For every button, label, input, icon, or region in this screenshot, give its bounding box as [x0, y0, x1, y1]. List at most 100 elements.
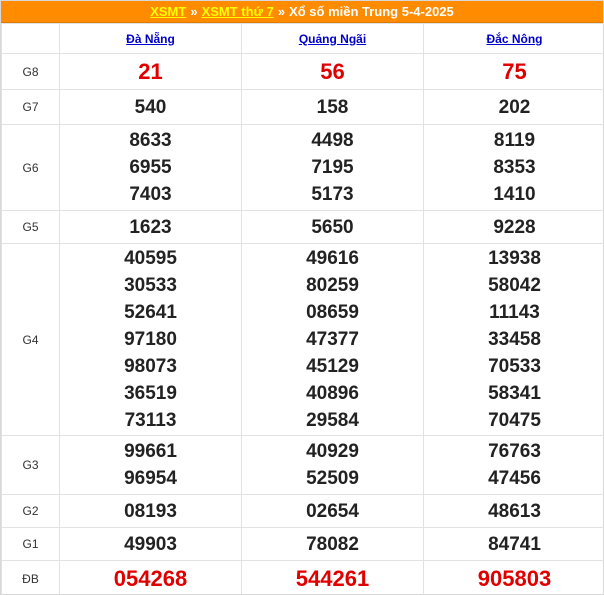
- result-number: 96954: [124, 468, 177, 489]
- prize-label: G8: [1, 53, 60, 90]
- result-number: 8353: [493, 157, 536, 178]
- result-cell: 78082: [241, 527, 424, 561]
- result-number: 52509: [306, 468, 359, 489]
- result-cell: 08193: [59, 494, 242, 528]
- breadcrumb-link-xsmt[interactable]: XSMT: [150, 4, 186, 19]
- result-number: 84741: [488, 533, 541, 555]
- prize-row-db: ĐB 054268 544261 905803: [1, 560, 604, 595]
- result-number: 7403: [129, 184, 172, 205]
- result-number: 70475: [488, 410, 541, 431]
- prize-label: ĐB: [1, 560, 60, 595]
- result-cell: 21: [59, 53, 242, 90]
- breadcrumb-separator: »: [190, 4, 198, 19]
- prize-label: G7: [1, 89, 60, 125]
- result-number: 45129: [306, 356, 359, 377]
- result-cell: 158: [241, 89, 424, 125]
- result-number: 49616: [306, 248, 359, 269]
- result-number: 75: [502, 59, 527, 84]
- result-number: 52641: [124, 302, 177, 323]
- prize-label: G6: [1, 124, 60, 211]
- prize-row-g4: G4 40595 30533 52641 97180 98073 36519 73113 496…: [1, 243, 604, 436]
- result-cell: 56: [241, 53, 424, 90]
- result-number: 02654: [306, 500, 359, 522]
- result-cell: 49903: [59, 527, 242, 561]
- result-number: 544261: [295, 566, 370, 591]
- result-number: 58341: [488, 383, 541, 404]
- result-number: 98073: [124, 356, 177, 377]
- prize-row-g2: G2 08193 02654 48613: [1, 494, 604, 528]
- result-number: 80259: [306, 275, 359, 296]
- result-cell: 1623: [59, 210, 242, 244]
- result-number: 905803: [477, 566, 552, 591]
- result-number: 49903: [124, 533, 177, 555]
- result-number: 47456: [488, 468, 541, 489]
- result-cell: 544261: [241, 560, 424, 595]
- page-title: Xổ số miền Trung 5-4-2025: [289, 4, 454, 19]
- result-number: 56: [320, 59, 345, 84]
- prize-row-g7: G7 540 158 202: [1, 89, 604, 125]
- prize-label: G1: [1, 527, 60, 561]
- result-number: 08659: [306, 302, 359, 323]
- result-cell: 905803: [423, 560, 604, 595]
- result-cell: 202: [423, 89, 604, 125]
- result-number: 5173: [311, 184, 354, 205]
- result-number: 7195: [311, 157, 354, 178]
- breadcrumb: XSMT » XSMT thứ 7 » Xổ số miền Trung 5-4…: [1, 1, 603, 23]
- result-number: 054268: [113, 566, 188, 591]
- result-number: 158: [316, 96, 349, 118]
- result-number: 40896: [306, 383, 359, 404]
- result-cell: 40929 52509: [241, 435, 424, 495]
- prize-row-g1: G1 49903 78082 84741: [1, 527, 604, 561]
- result-cell: 76763 47456: [423, 435, 604, 495]
- result-number: 33458: [488, 329, 541, 350]
- prize-row-g3: G3 99661 96954 40929 52509 76763 47456: [1, 435, 604, 495]
- result-cell: 5650: [241, 210, 424, 244]
- result-cell: 8633 6955 7403: [59, 124, 242, 211]
- result-cell: 4498 7195 5173: [241, 124, 424, 211]
- result-number: 73113: [124, 410, 177, 431]
- prize-row-g6: G6 8633 6955 7403 4498 7195 5173 8119 8353 1410: [1, 124, 604, 211]
- result-number: 76763: [488, 441, 541, 462]
- result-number: 30533: [124, 275, 177, 296]
- result-number: 9228: [493, 216, 536, 238]
- prize-label: G4: [1, 243, 60, 436]
- prize-label: G5: [1, 210, 60, 244]
- province-link-da-nang[interactable]: Đà Nẵng: [59, 23, 242, 54]
- result-number: 8633: [129, 130, 172, 151]
- result-number: 08193: [124, 500, 177, 522]
- result-number: 47377: [306, 329, 359, 350]
- result-number: 97180: [124, 329, 177, 350]
- prize-row-g5: G5 1623 5650 9228: [1, 210, 604, 244]
- result-cell: 13938 58042 11143 33458 70533 58341 70475: [423, 243, 604, 436]
- breadcrumb-link-xsmt-saturday[interactable]: XSMT thứ 7: [202, 4, 274, 19]
- province-link-dac-nong[interactable]: Đắc Nông: [423, 23, 604, 54]
- result-number: 40595: [124, 248, 177, 269]
- result-number: 70533: [488, 356, 541, 377]
- prize-row-g8: G8 21 56 75: [1, 53, 604, 90]
- result-number: 1410: [493, 184, 536, 205]
- result-number: 5650: [311, 216, 354, 238]
- result-cell: 49616 80259 08659 47377 45129 40896 29584: [241, 243, 424, 436]
- result-number: 8119: [493, 130, 536, 151]
- result-number: 540: [134, 96, 167, 118]
- result-number: 21: [138, 59, 163, 84]
- result-number: 36519: [124, 383, 177, 404]
- corner-cell: [1, 23, 60, 54]
- results-table: Đà Nẵng Quảng Ngãi Đắc Nông G8 21 56 75 G7 54…: [1, 23, 604, 595]
- result-number: 11143: [489, 302, 540, 323]
- result-number: 6955: [129, 157, 172, 178]
- result-cell: 054268: [59, 560, 242, 595]
- result-cell: 02654: [241, 494, 424, 528]
- lottery-results-panel: XSMT » XSMT thứ 7 » Xổ số miền Trung 5-4…: [0, 0, 604, 595]
- result-cell: 48613: [423, 494, 604, 528]
- result-number: 48613: [488, 500, 541, 522]
- result-number: 78082: [306, 533, 359, 555]
- province-link-quang-ngai[interactable]: Quảng Ngãi: [241, 23, 424, 54]
- result-number: 202: [498, 96, 531, 118]
- result-number: 29584: [306, 410, 359, 431]
- result-number: 99661: [124, 441, 177, 462]
- prize-label: G3: [1, 435, 60, 495]
- breadcrumb-separator: »: [277, 4, 286, 19]
- result-number: 4498: [311, 130, 354, 151]
- result-cell: 8119 8353 1410: [423, 124, 604, 211]
